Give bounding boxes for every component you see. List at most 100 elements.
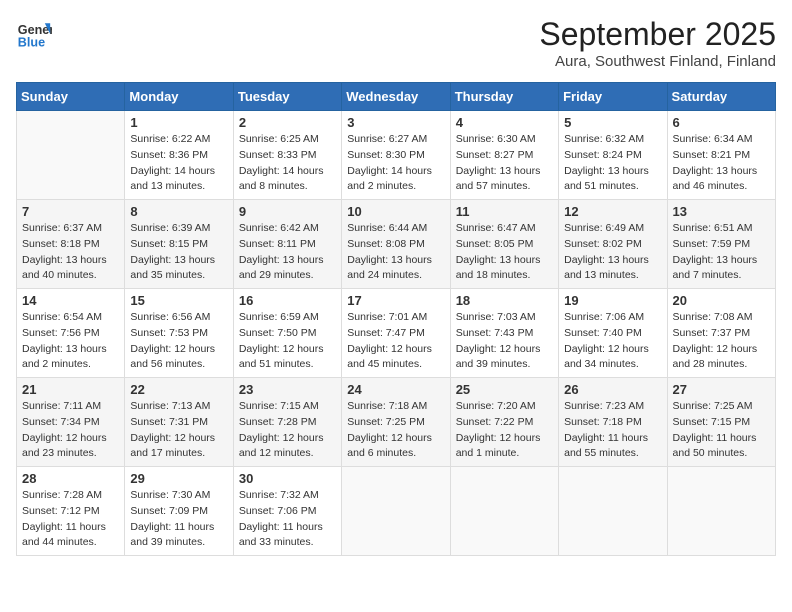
day-info: Sunrise: 7:18 AM Sunset: 7:25 PM Dayligh… <box>347 399 444 462</box>
day-number: 5 <box>564 115 661 130</box>
calendar-cell <box>559 467 667 556</box>
day-number: 25 <box>456 382 553 397</box>
calendar-cell: 26 Sunrise: 7:23 AM Sunset: 7:18 PM Dayli… <box>559 378 667 467</box>
weekday-header-tuesday: Tuesday <box>233 83 341 111</box>
day-info: Sunrise: 7:06 AM Sunset: 7:40 PM Dayligh… <box>564 310 661 373</box>
day-info: Sunrise: 6:54 AM Sunset: 7:56 PM Dayligh… <box>22 310 119 373</box>
calendar-cell: 7Sunrise: 6:37 AM Sunset: 8:18 PM Daylig… <box>17 200 125 289</box>
day-number: 13 <box>673 204 770 219</box>
calendar-cell: 10 Sunrise: 6:44 AM Sunset: 8:08 PM Dayli… <box>342 200 450 289</box>
calendar-cell <box>450 467 558 556</box>
day-info: Sunrise: 6:44 AM Sunset: 8:08 PM Dayligh… <box>347 221 444 284</box>
day-info: Sunrise: 6:39 AM Sunset: 8:15 PM Dayligh… <box>130 221 227 284</box>
calendar-cell: 27 Sunrise: 7:25 AM Sunset: 7:15 PM Dayli… <box>667 378 775 467</box>
calendar-cell: 13Sunrise: 6:51 AM Sunset: 7:59 PM Dayli… <box>667 200 775 289</box>
day-number: 28 <box>22 471 119 486</box>
day-info: Sunrise: 7:11 AM Sunset: 7:34 PM Dayligh… <box>22 399 119 462</box>
day-info: Sunrise: 7:30 AM Sunset: 7:09 PM Dayligh… <box>130 488 227 551</box>
calendar-cell: 29 Sunrise: 7:30 AM Sunset: 7:09 PM Dayli… <box>125 467 233 556</box>
day-number: 19 <box>564 293 661 308</box>
day-info: Sunrise: 7:23 AM Sunset: 7:18 PM Dayligh… <box>564 399 661 462</box>
day-info: Sunrise: 6:42 AM Sunset: 8:11 PM Dayligh… <box>239 221 336 284</box>
calendar-week-row: 21Sunrise: 7:11 AM Sunset: 7:34 PM Dayli… <box>17 378 776 467</box>
calendar-cell: 4 Sunrise: 6:30 AM Sunset: 8:27 PM Daylig… <box>450 111 558 200</box>
day-number: 27 <box>673 382 770 397</box>
day-number: 16 <box>239 293 336 308</box>
day-number: 9 <box>239 204 336 219</box>
calendar-cell: 6 Sunrise: 6:34 AM Sunset: 8:21 PM Daylig… <box>667 111 775 200</box>
calendar-cell: 1Sunrise: 6:22 AM Sunset: 8:36 PM Daylig… <box>125 111 233 200</box>
day-info: Sunrise: 6:22 AM Sunset: 8:36 PM Dayligh… <box>130 132 227 195</box>
day-number: 30 <box>239 471 336 486</box>
day-info: Sunrise: 7:20 AM Sunset: 7:22 PM Dayligh… <box>456 399 553 462</box>
day-number: 24 <box>347 382 444 397</box>
calendar-week-row: 14 Sunrise: 6:54 AM Sunset: 7:56 PM Dayli… <box>17 289 776 378</box>
header: General Blue September 2025 Aura, Southw… <box>16 16 776 70</box>
day-info: Sunrise: 7:25 AM Sunset: 7:15 PM Dayligh… <box>673 399 770 462</box>
calendar-cell: 8 Sunrise: 6:39 AM Sunset: 8:15 PM Daylig… <box>125 200 233 289</box>
calendar-week-row: 1Sunrise: 6:22 AM Sunset: 8:36 PM Daylig… <box>17 111 776 200</box>
day-number: 11 <box>456 204 553 219</box>
logo: General Blue <box>16 16 56 52</box>
weekday-header-wednesday: Wednesday <box>342 83 450 111</box>
calendar-cell: 17 Sunrise: 7:01 AM Sunset: 7:47 PM Dayli… <box>342 289 450 378</box>
calendar-cell: 23 Sunrise: 7:15 AM Sunset: 7:28 PM Dayli… <box>233 378 341 467</box>
day-number: 10 <box>347 204 444 219</box>
calendar-cell: 28 Sunrise: 7:28 AM Sunset: 7:12 PM Dayli… <box>17 467 125 556</box>
day-number: 6 <box>673 115 770 130</box>
weekday-header-thursday: Thursday <box>450 83 558 111</box>
day-number: 17 <box>347 293 444 308</box>
calendar-cell: 24 Sunrise: 7:18 AM Sunset: 7:25 PM Dayli… <box>342 378 450 467</box>
logo-icon: General Blue <box>16 16 52 52</box>
calendar-cell: 15 Sunrise: 6:56 AM Sunset: 7:53 PM Dayli… <box>125 289 233 378</box>
day-info: Sunrise: 6:25 AM Sunset: 8:33 PM Dayligh… <box>239 132 336 195</box>
day-info: Sunrise: 6:59 AM Sunset: 7:50 PM Dayligh… <box>239 310 336 373</box>
calendar-cell: 3 Sunrise: 6:27 AM Sunset: 8:30 PM Daylig… <box>342 111 450 200</box>
weekday-header-sunday: Sunday <box>17 83 125 111</box>
day-info: Sunrise: 7:13 AM Sunset: 7:31 PM Dayligh… <box>130 399 227 462</box>
calendar-cell <box>342 467 450 556</box>
svg-text:Blue: Blue <box>18 36 45 50</box>
day-info: Sunrise: 7:08 AM Sunset: 7:37 PM Dayligh… <box>673 310 770 373</box>
calendar-cell: 30 Sunrise: 7:32 AM Sunset: 7:06 PM Dayli… <box>233 467 341 556</box>
day-info: Sunrise: 6:56 AM Sunset: 7:53 PM Dayligh… <box>130 310 227 373</box>
calendar-cell: 12 Sunrise: 6:49 AM Sunset: 8:02 PM Dayli… <box>559 200 667 289</box>
day-info: Sunrise: 6:27 AM Sunset: 8:30 PM Dayligh… <box>347 132 444 195</box>
day-info: Sunrise: 7:01 AM Sunset: 7:47 PM Dayligh… <box>347 310 444 373</box>
day-number: 26 <box>564 382 661 397</box>
day-number: 3 <box>347 115 444 130</box>
day-info: Sunrise: 7:28 AM Sunset: 7:12 PM Dayligh… <box>22 488 119 551</box>
day-number: 12 <box>564 204 661 219</box>
day-number: 15 <box>130 293 227 308</box>
calendar-cell: 5 Sunrise: 6:32 AM Sunset: 8:24 PM Daylig… <box>559 111 667 200</box>
calendar-cell: 19 Sunrise: 7:06 AM Sunset: 7:40 PM Dayli… <box>559 289 667 378</box>
calendar-cell: 18 Sunrise: 7:03 AM Sunset: 7:43 PM Dayli… <box>450 289 558 378</box>
calendar-cell: 9 Sunrise: 6:42 AM Sunset: 8:11 PM Daylig… <box>233 200 341 289</box>
calendar-cell: 21Sunrise: 7:11 AM Sunset: 7:34 PM Dayli… <box>17 378 125 467</box>
day-info: Sunrise: 7:32 AM Sunset: 7:06 PM Dayligh… <box>239 488 336 551</box>
calendar-cell: 25 Sunrise: 7:20 AM Sunset: 7:22 PM Dayli… <box>450 378 558 467</box>
calendar-cell: 11Sunrise: 6:47 AM Sunset: 8:05 PM Dayli… <box>450 200 558 289</box>
day-info: Sunrise: 7:03 AM Sunset: 7:43 PM Dayligh… <box>456 310 553 373</box>
day-number: 14 <box>22 293 119 308</box>
calendar-cell <box>667 467 775 556</box>
day-number: 23 <box>239 382 336 397</box>
day-info: Sunrise: 7:15 AM Sunset: 7:28 PM Dayligh… <box>239 399 336 462</box>
day-number: 8 <box>130 204 227 219</box>
day-info: Sunrise: 6:34 AM Sunset: 8:21 PM Dayligh… <box>673 132 770 195</box>
day-number: 2 <box>239 115 336 130</box>
calendar-week-row: 28 Sunrise: 7:28 AM Sunset: 7:12 PM Dayli… <box>17 467 776 556</box>
day-number: 7 <box>22 204 119 219</box>
weekday-header-row: SundayMondayTuesdayWednesdayThursdayFrid… <box>17 83 776 111</box>
day-number: 20 <box>673 293 770 308</box>
day-info: Sunrise: 6:30 AM Sunset: 8:27 PM Dayligh… <box>456 132 553 195</box>
location-subtitle: Aura, Southwest Finland, Finland <box>539 53 776 70</box>
weekday-header-saturday: Saturday <box>667 83 775 111</box>
day-number: 18 <box>456 293 553 308</box>
day-number: 29 <box>130 471 227 486</box>
day-info: Sunrise: 6:32 AM Sunset: 8:24 PM Dayligh… <box>564 132 661 195</box>
day-info: Sunrise: 6:49 AM Sunset: 8:02 PM Dayligh… <box>564 221 661 284</box>
calendar-cell: 20 Sunrise: 7:08 AM Sunset: 7:37 PM Dayli… <box>667 289 775 378</box>
day-number: 4 <box>456 115 553 130</box>
title-area: September 2025 Aura, Southwest Finland, … <box>539 16 776 70</box>
